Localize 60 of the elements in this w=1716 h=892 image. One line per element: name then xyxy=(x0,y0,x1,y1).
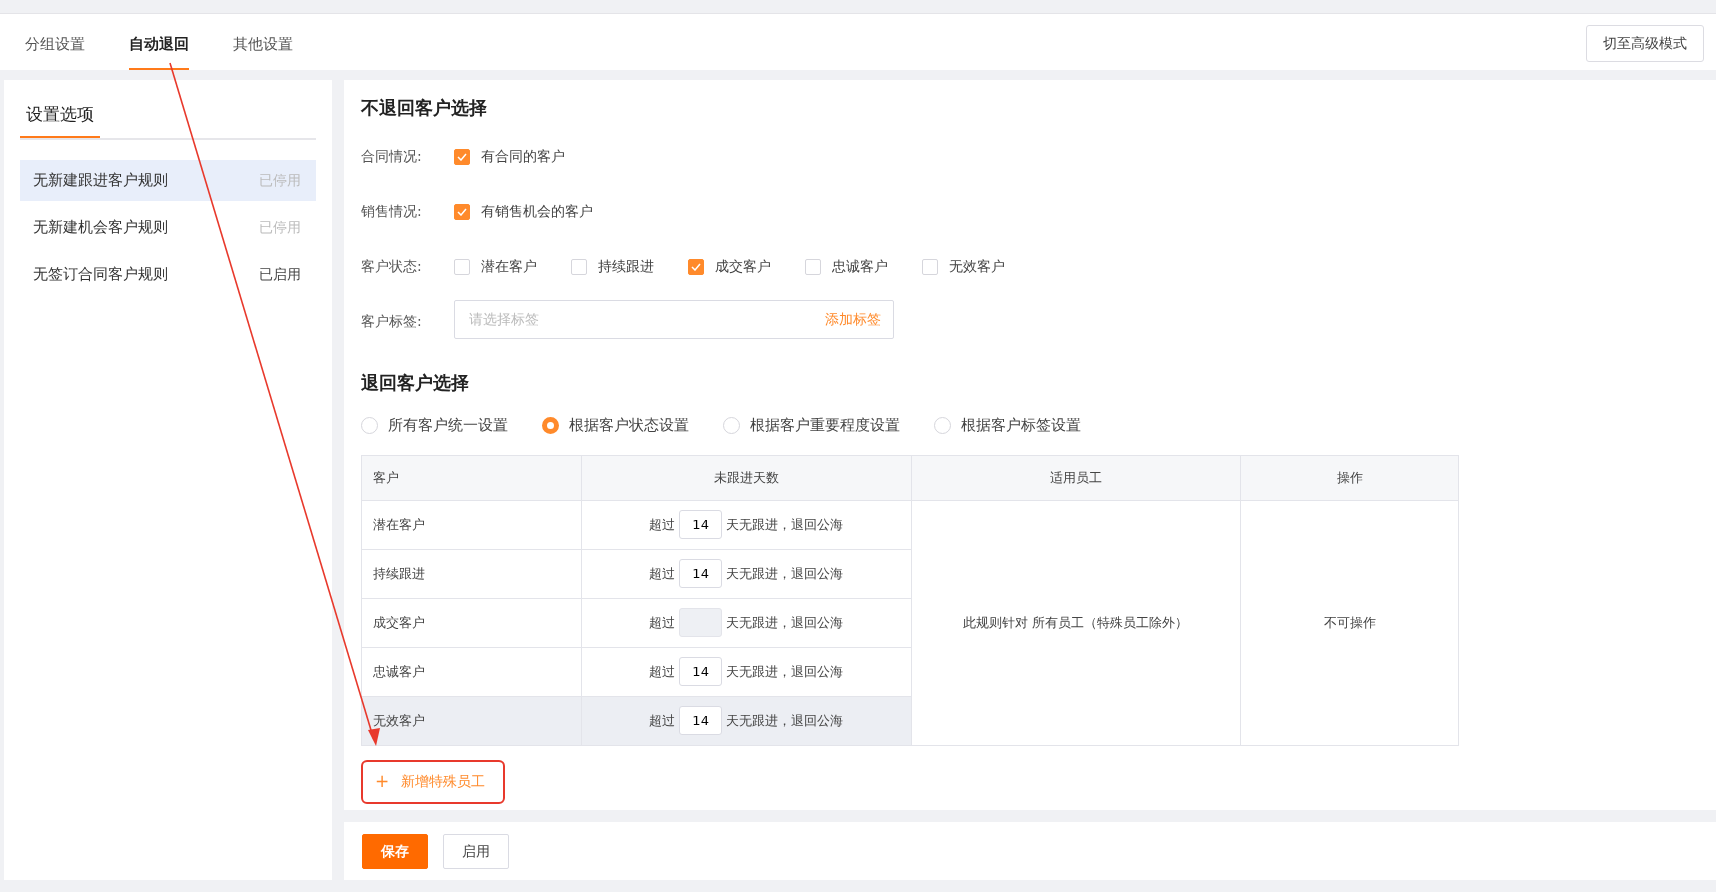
checkbox[interactable]: 无效客户 xyxy=(922,256,1005,277)
radio-option[interactable]: 所有客户统一设置 xyxy=(361,414,508,437)
table-cell: 超过 xyxy=(649,566,676,581)
radio-option[interactable]: 根据客户标签设置 xyxy=(934,414,1081,437)
tab[interactable]: 其他设置 xyxy=(233,20,293,70)
column-header: 客户 xyxy=(361,455,582,500)
table-cell: 天无跟进，退回公海 xyxy=(726,664,844,679)
table-cell: 潜在客户 xyxy=(361,500,582,549)
column-header: 操作 xyxy=(1240,455,1459,500)
rule-name: 无新建跟进客户规则 xyxy=(33,169,168,191)
sidebar-title: 设置选项 xyxy=(20,80,100,138)
column-header: 未跟进天数 xyxy=(581,455,911,500)
table-cell: 天无跟进，退回公海 xyxy=(726,517,844,532)
rule-name: 无新建机会客户规则 xyxy=(33,216,168,238)
table-cell: 超过 xyxy=(649,615,676,630)
table-cell: 超过 xyxy=(649,713,676,728)
days-input[interactable]: 14 xyxy=(679,559,723,588)
field-label: 客户状态: xyxy=(361,257,423,276)
table-cell: 天无跟进，退回公海 xyxy=(726,566,844,581)
days-input[interactable]: 14 xyxy=(679,706,723,735)
table-cell: 超过 xyxy=(649,517,676,532)
enable-button[interactable]: 启用 xyxy=(443,833,509,869)
table-cell: 成交客户 xyxy=(361,598,582,647)
check-icon xyxy=(457,207,467,216)
days-input[interactable]: 14 xyxy=(679,657,723,686)
tab[interactable]: 分组设置 xyxy=(25,20,85,70)
sidebar-item[interactable]: 无签订合同客户规则 已启用 xyxy=(20,253,316,295)
tab[interactable]: 自动退回 xyxy=(129,20,189,70)
table-cell: 天无跟进，退回公海 xyxy=(726,615,844,630)
checkbox[interactable]: 有销售机会的客户 xyxy=(454,201,593,222)
check-icon xyxy=(691,262,701,271)
radio-option[interactable]: 根据客户状态设置 xyxy=(542,414,689,437)
rule-status: 已停用 xyxy=(259,170,301,190)
section-title: 不退回客户选择 xyxy=(361,96,488,120)
checkbox[interactable]: 持续跟进 xyxy=(571,256,654,277)
field-label: 客户标签: xyxy=(361,312,423,331)
radio-option[interactable]: 根据客户重要程度设置 xyxy=(723,414,900,437)
rule-status: 已停用 xyxy=(259,217,301,237)
table-cell: 不可操作 xyxy=(1240,500,1459,745)
field-label: 合同情况: xyxy=(361,147,423,166)
sidebar-item[interactable]: 无新建机会客户规则 已停用 xyxy=(20,206,316,248)
rule-status: 已启用 xyxy=(259,264,301,284)
table-cell: 持续跟进 xyxy=(361,549,582,598)
checkbox[interactable]: 忠诚客户 xyxy=(805,256,888,277)
checkbox[interactable]: 成交客户 xyxy=(688,256,771,277)
check-icon xyxy=(457,152,467,161)
column-header: 适用员工 xyxy=(911,455,1241,500)
table-cell: 天无跟进，退回公海 xyxy=(726,713,844,728)
table-cell: 超过 xyxy=(649,664,676,679)
table-cell: 无效客户 xyxy=(361,696,582,745)
rule-name: 无签订合同客户规则 xyxy=(33,263,168,285)
sidebar-item[interactable]: 无新建跟进客户规则 已停用 xyxy=(20,159,316,201)
days-input[interactable]: 14 xyxy=(679,510,723,539)
table-cell: 此规则针对 所有员工（特殊员工除外） xyxy=(911,500,1241,745)
table-cell: 忠诚客户 xyxy=(361,647,582,696)
checkbox[interactable]: 潜在客户 xyxy=(454,256,537,277)
field-label: 销售情况: xyxy=(361,202,423,221)
checkbox[interactable]: 有合同的客户 xyxy=(454,146,565,167)
mode-switch-button[interactable]: 切至高级模式 xyxy=(1586,25,1704,62)
section-title: 退回客户选择 xyxy=(361,371,470,395)
